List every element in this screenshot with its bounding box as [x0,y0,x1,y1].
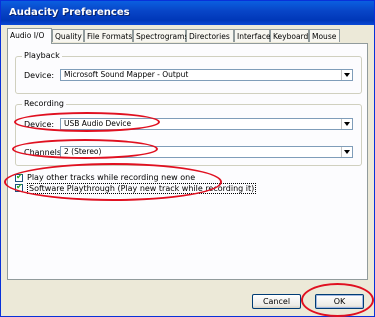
channels-label: Channels: [24,148,64,157]
chevron-down-icon[interactable] [341,70,352,80]
tab-directories[interactable]: Directories [186,29,234,42]
title-bar[interactable]: Audacity Preferences [1,1,374,25]
play-other-tracks-checkbox[interactable]: ✔ [15,172,23,182]
channels-dropdown[interactable]: 2 (Stereo) [60,146,353,158]
tab-file-formats[interactable]: File Formats [84,29,133,42]
playback-device-value: Microsoft Sound Mapper - Output [64,70,189,79]
chevron-down-icon[interactable] [341,147,352,157]
tab-quality[interactable]: Quality [52,29,84,42]
recording-device-label: Device: [24,120,55,129]
tab-audio-io[interactable]: Audio I/O [7,28,52,44]
chevron-down-icon[interactable] [341,119,352,129]
recording-group-label: Recording [22,99,67,108]
tab-spectrograms[interactable]: Spectrograms [133,29,188,42]
preferences-window: Audacity Preferences Audio I/O Quality F… [0,0,375,317]
audio-io-panel: Playback Device: Microsoft Sound Mapper … [7,43,368,280]
playback-device-label: Device: [24,71,55,80]
checkmark-icon: ✔ [16,172,23,181]
cancel-button[interactable]: Cancel [252,294,301,309]
tab-mouse[interactable]: Mouse [309,29,340,42]
playback-group-label: Playback [22,51,62,60]
tab-interface[interactable]: Interface [234,29,271,42]
window-title: Audacity Preferences [9,7,130,18]
checkmark-icon: ✔ [16,182,23,191]
software-playthrough-checkbox[interactable]: ✔ [15,182,23,192]
playback-device-dropdown[interactable]: Microsoft Sound Mapper - Output [60,69,353,81]
play-other-tracks-label: Play other tracks while recording new on… [27,173,196,182]
ok-button[interactable]: OK [315,294,364,309]
recording-device-value: USB Audio Device [64,119,132,128]
tab-keyboard[interactable]: Keyboard [270,29,309,42]
software-playthrough-label: Software Playthrough (Play new track whi… [27,183,257,194]
recording-device-dropdown[interactable]: USB Audio Device [60,118,353,130]
channels-value: 2 (Stereo) [64,147,102,156]
